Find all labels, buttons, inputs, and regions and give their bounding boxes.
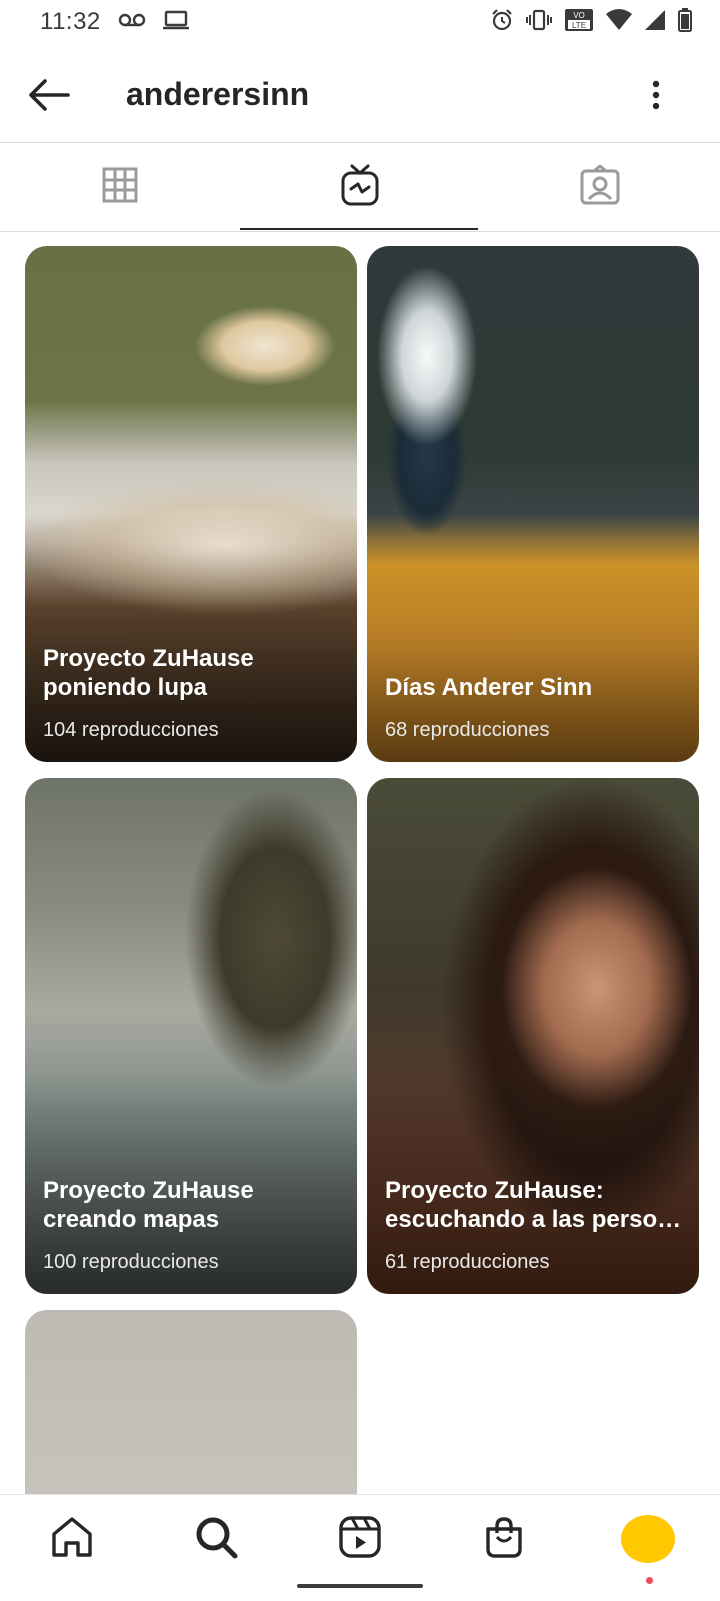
shopping-bag-icon	[482, 1515, 526, 1564]
volte-top-label: VO	[573, 11, 585, 20]
video-title: Proyecto ZuHause: escuchando a las perso…	[385, 1176, 683, 1234]
video-title-line2: poniendo lupa	[43, 674, 207, 701]
nav-shop[interactable]	[474, 1509, 534, 1569]
video-views: 68 reproducciones	[385, 719, 550, 741]
back-button[interactable]	[26, 74, 72, 120]
nav-reels[interactable]	[330, 1509, 390, 1569]
active-tab-indicator	[240, 228, 478, 230]
status-time: 11:32	[40, 8, 101, 35]
video-title-line2: creando mapas	[43, 1206, 220, 1233]
tab-igtv[interactable]	[240, 143, 480, 231]
arrow-left-icon	[28, 78, 70, 117]
video-card[interactable]: Proyecto ZuHause creando mapas 100 repro…	[25, 778, 357, 1294]
video-views: 100 reproducciones	[43, 1251, 219, 1273]
status-left-icons	[118, 10, 190, 30]
search-icon	[194, 1515, 238, 1564]
volte-icon: VO LTE	[564, 8, 594, 32]
battery-icon	[678, 8, 692, 32]
video-title-line1: Proyecto ZuHause:	[385, 1177, 604, 1204]
video-title-line2: escuchando a las person…	[385, 1206, 683, 1233]
volte-bottom-label: LTE	[572, 21, 586, 30]
notification-dot	[646, 1577, 653, 1584]
signal-icon	[644, 9, 666, 31]
app-bar: anderersinn	[0, 50, 720, 143]
video-title: Proyecto ZuHause creando mapas	[43, 1176, 341, 1234]
home-indicator[interactable]	[297, 1584, 423, 1588]
more-options-button[interactable]	[636, 74, 676, 120]
nav-profile[interactable]	[618, 1509, 678, 1569]
home-icon	[50, 1515, 94, 1564]
video-views: 104 reproducciones	[43, 719, 219, 741]
profile-tabs	[0, 143, 720, 232]
reels-icon	[338, 1515, 382, 1564]
video-card[interactable]: Proyecto ZuHause poniendo lupa 104 repro…	[25, 246, 357, 762]
wifi-icon	[606, 9, 632, 31]
voicemail-icon	[118, 12, 146, 28]
video-card[interactable]: Días Anderer Sinn 68 reproducciones	[367, 246, 699, 762]
video-title: Días Anderer Sinn	[385, 673, 683, 702]
alarm-icon	[490, 8, 514, 32]
vibrate-icon	[526, 9, 552, 31]
video-card-partial[interactable]	[25, 1310, 357, 1510]
igtv-icon	[341, 164, 379, 211]
laptop-icon	[162, 10, 190, 30]
nav-search[interactable]	[186, 1509, 246, 1569]
profile-username: anderersinn	[126, 76, 310, 112]
avatar	[621, 1515, 675, 1563]
video-title-line1: Proyecto ZuHause	[43, 1177, 254, 1204]
video-title-line1: Días Anderer Sinn	[385, 674, 593, 701]
more-vertical-icon	[652, 80, 660, 115]
video-title: Proyecto ZuHause poniendo lupa	[43, 644, 341, 702]
tagged-icon	[580, 163, 620, 210]
tab-grid[interactable]	[0, 143, 240, 231]
video-card[interactable]: Proyecto ZuHause: escuchando a las perso…	[367, 778, 699, 1294]
tab-tagged[interactable]	[480, 143, 720, 231]
nav-home[interactable]	[42, 1509, 102, 1569]
video-title-line1: Proyecto ZuHause	[43, 645, 254, 672]
status-bar: 11:32 VO LTE	[0, 0, 720, 46]
video-views: 61 reproducciones	[385, 1251, 550, 1273]
status-right-icons: VO LTE	[490, 8, 692, 32]
grid-icon	[102, 167, 138, 208]
